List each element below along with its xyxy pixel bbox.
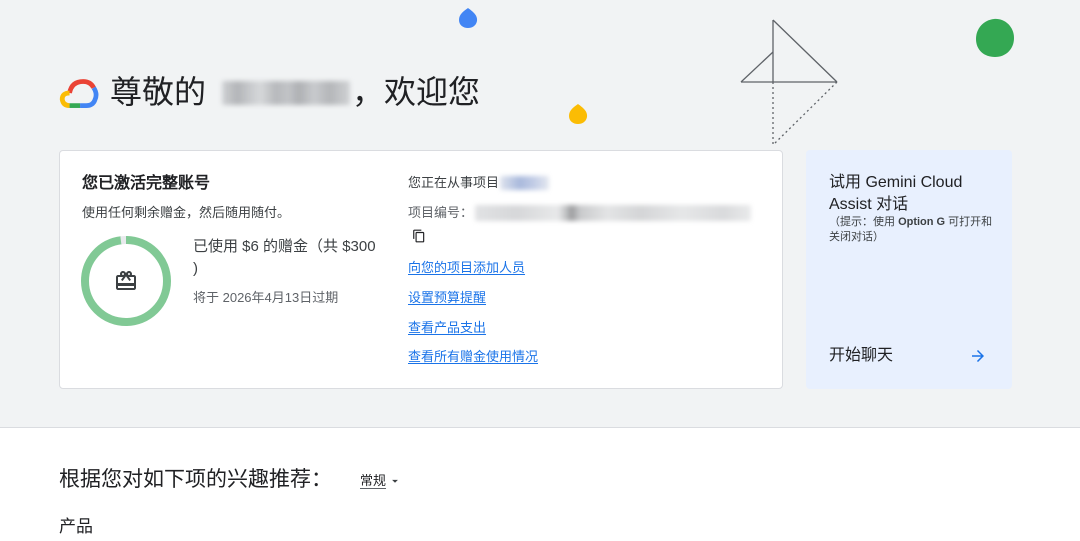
- gemini-title-line-2: Assist 对话: [829, 196, 909, 213]
- start-chat-button[interactable]: 开始聊天: [829, 345, 893, 367]
- green-blob-decoration: [976, 18, 1014, 58]
- redacted-project-number: [475, 205, 751, 221]
- greeting-suffix: ，欢迎您: [352, 74, 481, 110]
- credit-usage-line-1: 已使用 $6 的赠金（共 $300: [193, 238, 376, 255]
- yellow-dot-decoration: [569, 104, 588, 124]
- gemini-title-line-1: 试用 Gemini Cloud: [829, 174, 963, 191]
- credit-expiry-text: 将于 2026年4月13日过期: [193, 290, 339, 305]
- caret-down-icon[interactable]: [388, 474, 402, 488]
- account-summary-card: 您已激活完整账号 使用任何剩余赠金，然后随用随付。 已使用 $6 的赠金（共 $…: [59, 150, 783, 389]
- redacted-user-name: [222, 81, 350, 105]
- recommendations-heading: 根据您对如下项的兴趣推荐：: [59, 468, 332, 491]
- hint-line-1: （提示：使用 Option G 可打开和: [829, 215, 992, 230]
- copy-icon[interactable]: [412, 229, 426, 243]
- redacted-project-name: [500, 176, 549, 190]
- section-divider: [0, 427, 1080, 428]
- credit-usage-line-2: ): [193, 260, 198, 277]
- credit-usage-text: 已使用 $6 的赠金（共 $300 ): [193, 236, 376, 280]
- interest-filter-dropdown[interactable]: 常规: [360, 472, 402, 490]
- blue-dot-decoration: [459, 8, 478, 28]
- gemini-card-title: 试用 Gemini Cloud Assist 对话: [829, 172, 962, 216]
- gift-icon: [116, 271, 136, 290]
- greeting-prefix: 尊敬的: [110, 74, 207, 110]
- project-number-label: 项目编号：: [408, 205, 474, 220]
- add-people-link[interactable]: 向您的项目添加人员: [408, 259, 525, 277]
- view-credit-usage-link[interactable]: 查看所有赠金使用情况: [408, 348, 538, 366]
- account-status-title: 您已激活完整账号: [82, 175, 211, 192]
- paper-airplane-illustration: [740, 19, 838, 146]
- interest-filter-value[interactable]: 常规: [360, 472, 386, 490]
- set-budget-alert-link[interactable]: 设置预算提醒: [408, 289, 486, 307]
- arrow-right-icon[interactable]: [969, 347, 987, 365]
- view-product-spend-link[interactable]: 查看产品支出: [408, 319, 486, 337]
- hint-prefix: （提示：使用: [829, 216, 899, 228]
- hint-line-2: 关闭对话）: [829, 231, 884, 243]
- products-section-title: 产品: [59, 517, 93, 536]
- hint-suffix: 可打开和: [945, 216, 993, 228]
- gemini-assist-card[interactable]: 试用 Gemini Cloud Assist 对话 （提示：使用 Option …: [806, 150, 1012, 389]
- hint-shortcut-key: Option G: [898, 216, 946, 228]
- google-cloud-logo: [59, 79, 99, 108]
- current-project-label: 您正在从事项目: [408, 175, 500, 190]
- account-status-subtitle: 使用任何剩余赠金，然后随用随付。: [82, 205, 291, 220]
- gemini-shortcut-hint: （提示：使用 Option G 可打开和 关闭对话）: [829, 215, 992, 245]
